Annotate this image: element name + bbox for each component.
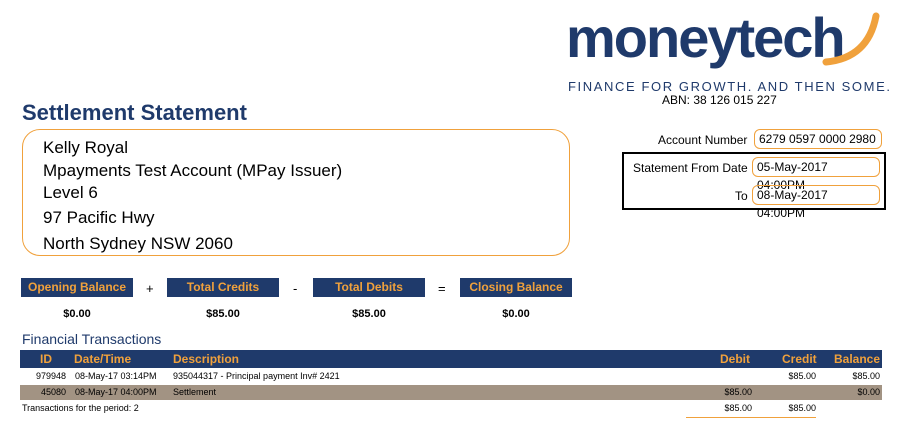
address-company: Mpayments Test Account (MPay Issuer)	[43, 161, 343, 180]
statement-to-value: 08-May-2017 04:00PM	[752, 185, 880, 220]
plus-operator: +	[146, 281, 154, 296]
row-id: 979948	[35, 371, 66, 381]
transactions-title: Financial Transactions	[22, 331, 162, 347]
address-name: Kelly Royal	[43, 138, 129, 157]
logo-swoosh-icon	[822, 12, 880, 66]
address-street: 97 Pacific Hwy	[43, 208, 155, 227]
opening-balance-header: Opening Balance	[21, 278, 133, 297]
column-debit: Debit	[720, 352, 750, 366]
statement-to-label: To	[735, 189, 748, 203]
total-debits-header: Total Debits	[313, 278, 425, 297]
statement-from-value: 05-May-2017 04:00PM	[752, 157, 880, 192]
closing-balance-value: $0.00	[502, 308, 530, 320]
row-description: Settlement	[173, 387, 217, 397]
opening-balance-value: $0.00	[63, 308, 91, 320]
column-balance: Balance	[834, 352, 881, 366]
row-id: 45080	[40, 387, 66, 397]
page-title: Settlement Statement	[22, 100, 247, 125]
equals-operator: =	[438, 281, 446, 296]
total-debit: $85.00	[724, 403, 752, 413]
row-debit: $85.00	[724, 387, 752, 397]
account-number-label: Account Number	[658, 133, 748, 147]
row-balance: $0.00	[857, 387, 880, 397]
total-credits-header: Total Credits	[167, 278, 279, 297]
row-balance: $85.00	[852, 371, 880, 381]
statement-from-label: Statement From Date	[633, 161, 748, 175]
transactions-count: Transactions for the period: 2	[22, 403, 139, 413]
total-credits-value: $85.00	[206, 308, 240, 320]
total-debits-value: $85.00	[352, 308, 386, 320]
column-datetime: Date/Time	[74, 352, 132, 366]
account-number-value: 6279 0597 0000 2980	[754, 129, 882, 149]
column-credit: Credit	[782, 352, 817, 366]
row-description: 935044317 - Principal payment Inv# 2421	[173, 371, 340, 381]
row-datetime: 08-May-17 04:00PM	[75, 387, 157, 397]
total-credit: $85.00	[788, 403, 816, 413]
row-credit: $85.00	[788, 371, 816, 381]
row-datetime: 08-May-17 03:14PM	[75, 371, 157, 381]
column-description: Description	[173, 352, 240, 366]
closing-balance-header: Closing Balance	[460, 278, 572, 297]
transactions-header-row	[20, 350, 882, 368]
minus-operator: -	[293, 281, 298, 296]
abn-number: ABN: 38 126 015 227	[662, 93, 777, 107]
address-city: North Sydney NSW 2060	[43, 234, 233, 253]
totals-underline	[686, 417, 816, 418]
address-level: Level 6	[43, 183, 98, 202]
column-id: ID	[40, 352, 52, 366]
logo-tagline: FINANCE FOR GROWTH. AND THEN SOME.	[568, 79, 892, 94]
moneytech-logo: moneytech	[566, 6, 846, 69]
